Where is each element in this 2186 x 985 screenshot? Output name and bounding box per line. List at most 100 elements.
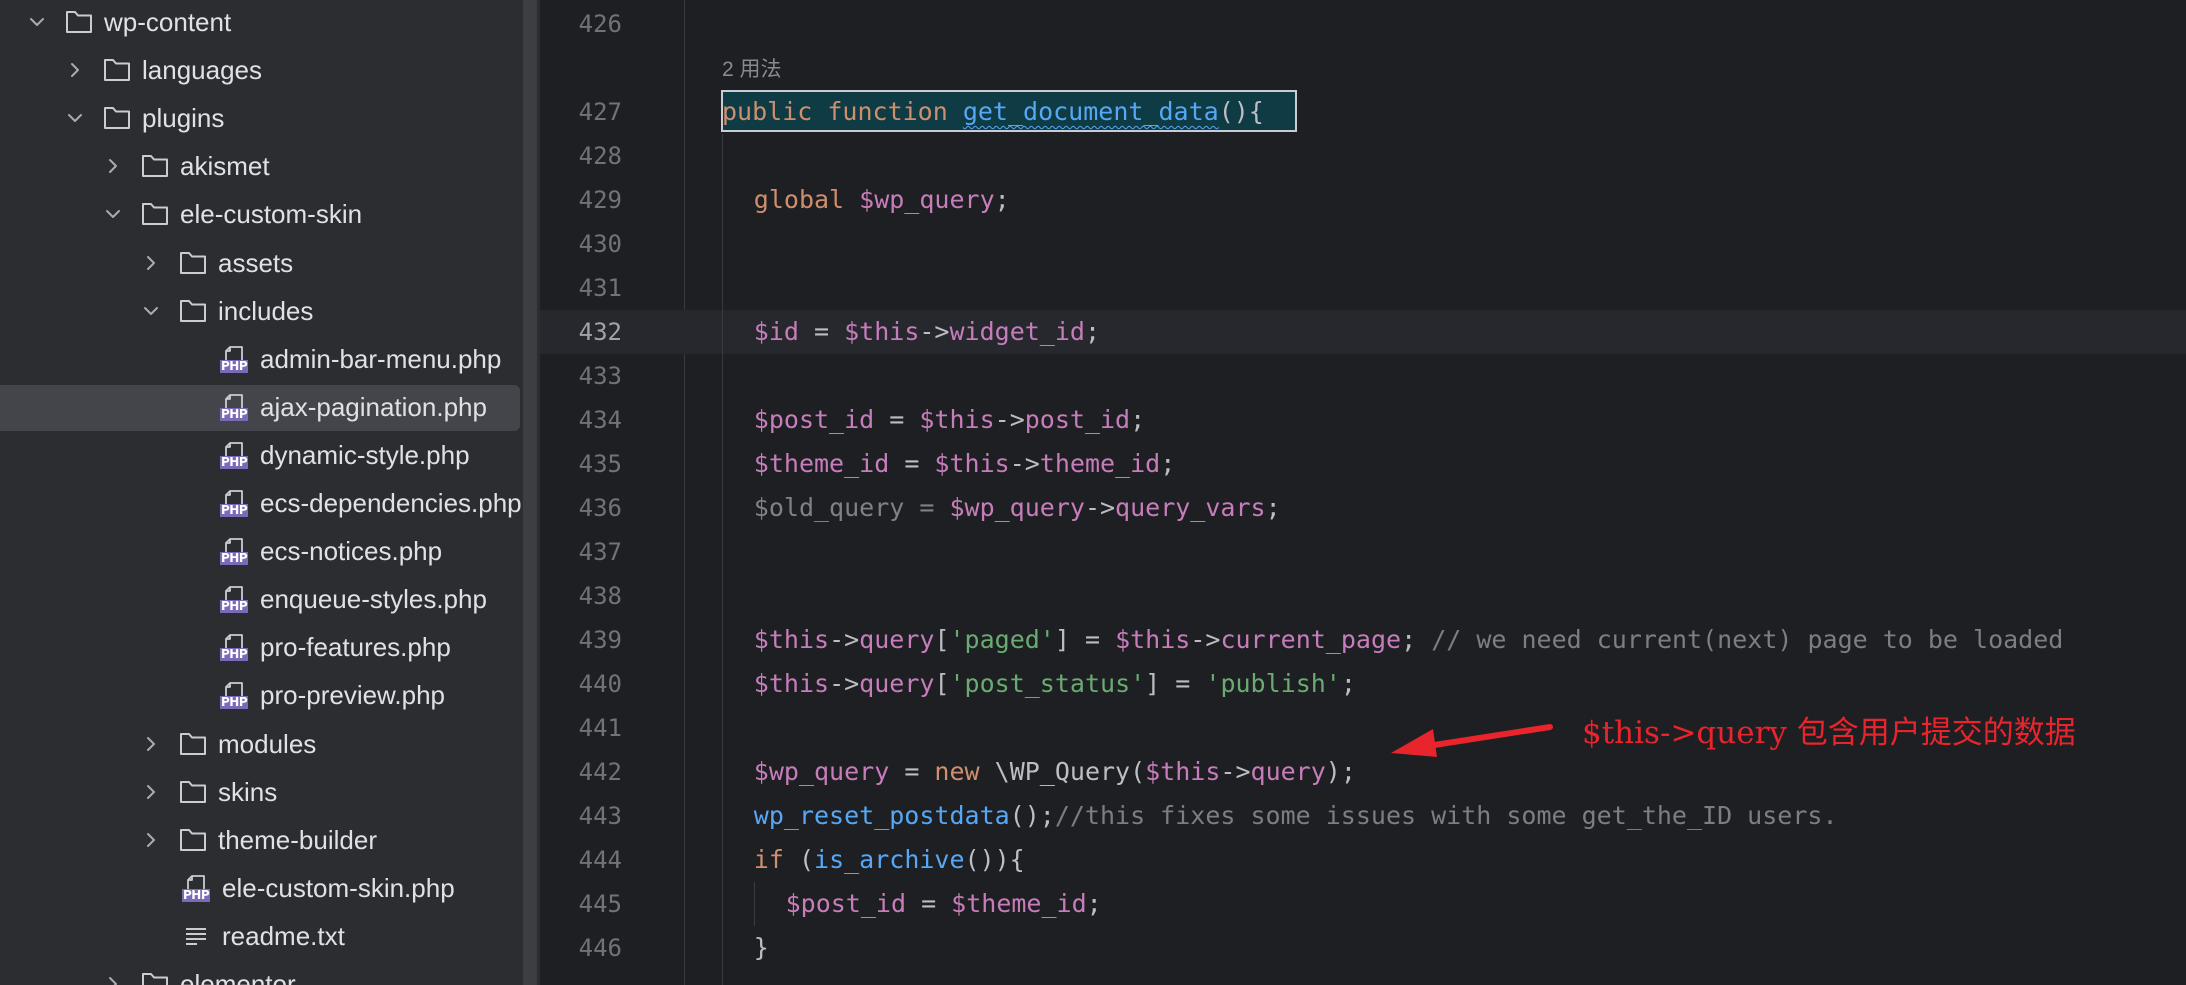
- tree-item-plugins[interactable]: plugins: [0, 96, 523, 140]
- code-line[interactable]: 442 $wp_query = new \WP_Query($this->quer…: [540, 750, 2186, 794]
- code-line[interactable]: 445 $post_id = $theme_id;: [540, 882, 2186, 926]
- line-number[interactable]: 444: [540, 838, 622, 882]
- code-line[interactable]: 444 if (is_archive()){: [540, 838, 2186, 882]
- line-number[interactable]: 441: [540, 706, 622, 750]
- code-line[interactable]: 427 public function get_document_data(){: [540, 90, 2186, 134]
- line-number[interactable]: 430: [540, 222, 622, 266]
- splitter-handle[interactable]: [523, 0, 537, 985]
- line-number[interactable]: 432: [540, 310, 622, 354]
- chevron-right-icon[interactable]: [105, 976, 121, 985]
- code-text[interactable]: $wp_query = new \WP_Query($this->query);: [754, 750, 1356, 794]
- chevron-right-icon[interactable]: [143, 736, 159, 752]
- line-number[interactable]: 438: [540, 574, 622, 618]
- chevron-right-icon[interactable]: [143, 832, 159, 848]
- line-number[interactable]: 427: [540, 90, 622, 134]
- chevron-right-icon[interactable]: [67, 62, 83, 78]
- tree-item-admin-bar-menu-php[interactable]: PHP admin-bar-menu.php: [0, 337, 523, 381]
- tree-item-languages[interactable]: languages: [0, 48, 523, 92]
- line-number[interactable]: 440: [540, 662, 622, 706]
- tree-item-ajax-pagination-php[interactable]: PHP ajax-pagination.php: [0, 384, 523, 431]
- line-number[interactable]: 435: [540, 442, 622, 486]
- project-tree[interactable]: wp-content languages plugins akismet ele-cus…: [0, 0, 523, 985]
- code-text[interactable]: wp_reset_postdata();//this fixes some is…: [754, 794, 1838, 838]
- line-number[interactable]: 437: [540, 530, 622, 574]
- chevron-right-icon[interactable]: [105, 158, 121, 174]
- code-line[interactable]: 435 $theme_id = $this->theme_id;: [540, 442, 2186, 486]
- code-line[interactable]: 426: [540, 2, 2186, 46]
- chevron-right-icon[interactable]: [143, 255, 159, 271]
- code-text[interactable]: $this->query['paged'] = $this->current_p…: [754, 618, 2064, 662]
- line-number[interactable]: 433: [540, 354, 622, 398]
- code-token: ;: [1160, 449, 1176, 478]
- code-line[interactable]: 429 global $wp_query;: [540, 178, 2186, 222]
- tree-item-theme-builder[interactable]: theme-builder: [0, 818, 523, 862]
- code-line[interactable]: 436 $old_query = $wp_query->query_vars;: [540, 486, 2186, 530]
- code-text[interactable]: $old_query = $wp_query->query_vars;: [754, 486, 1281, 530]
- code-token: ] =: [1054, 625, 1116, 654]
- code-line[interactable]: 443 wp_reset_postdata();//this fixes some…: [540, 794, 2186, 838]
- usages-hint[interactable]: 2 用法: [722, 53, 782, 83]
- code-token: query: [1250, 757, 1326, 786]
- line-number[interactable]: 431: [540, 266, 622, 310]
- tree-item-label: skins: [218, 776, 278, 807]
- tree-item-akismet[interactable]: akismet: [0, 144, 523, 188]
- code-line[interactable]: 438: [540, 574, 2186, 618]
- chevron-right-icon[interactable]: [143, 784, 159, 800]
- tree-item-ecs-notices-php[interactable]: PHP ecs-notices.php: [0, 529, 523, 573]
- line-number[interactable]: 426: [540, 2, 622, 46]
- code-text[interactable]: $theme_id = $this->theme_id;: [754, 442, 1175, 486]
- code-text[interactable]: $post_id = $this->post_id;: [754, 398, 1145, 442]
- code-line[interactable]: 437: [540, 530, 2186, 574]
- tree-item-dynamic-style-php[interactable]: PHP dynamic-style.php: [0, 433, 523, 477]
- line-number[interactable]: 445: [540, 882, 622, 926]
- code-line[interactable]: 430: [540, 222, 2186, 266]
- code-text[interactable]: public function get_document_data(){: [722, 90, 1264, 134]
- tree-item-ele-custom-skin-php[interactable]: PHP ele-custom-skin.php: [0, 866, 523, 910]
- tree-item-wp-content[interactable]: wp-content: [0, 0, 523, 44]
- line-number[interactable]: 439: [540, 618, 622, 662]
- tree-item-elementor[interactable]: elementor: [0, 962, 523, 985]
- code-text[interactable]: global $wp_query;: [754, 178, 1010, 222]
- folder-icon: [178, 778, 208, 806]
- line-number[interactable]: 442: [540, 750, 622, 794]
- line-number[interactable]: 446: [540, 926, 622, 970]
- tree-item-modules[interactable]: modules: [0, 722, 523, 766]
- chevron-down-icon[interactable]: [143, 303, 159, 319]
- code-line[interactable]: 439 $this->query['paged'] = $this->curren…: [540, 618, 2186, 662]
- code-text[interactable]: $post_id = $theme_id;: [786, 882, 1102, 926]
- code-text[interactable]: $id = $this->widget_id;: [754, 310, 1100, 354]
- tree-item-pro-features-php[interactable]: PHP pro-features.php: [0, 625, 523, 669]
- code-text[interactable]: $this->query['post_status'] = 'publish';: [754, 662, 1356, 706]
- line-number[interactable]: 434: [540, 398, 622, 442]
- tree-item-assets[interactable]: assets: [0, 241, 523, 285]
- code-line[interactable]: 432 $id = $this->widget_id;: [540, 310, 2186, 354]
- code-line[interactable]: 446}: [540, 926, 2186, 970]
- tree-item-label: elementor: [180, 969, 296, 985]
- chevron-down-icon[interactable]: [29, 14, 45, 30]
- line-number[interactable]: 443: [540, 794, 622, 838]
- code-line[interactable]: 431: [540, 266, 2186, 310]
- code-line[interactable]: 428: [540, 134, 2186, 178]
- line-number[interactable]: 429: [540, 178, 622, 222]
- panel-splitter[interactable]: [523, 0, 540, 985]
- tree-item-readme-txt[interactable]: readme.txt: [0, 914, 523, 958]
- tree-item-ecs-dependencies-php[interactable]: PHP ecs-dependencies.php: [0, 481, 523, 525]
- code-token: $this: [1145, 757, 1221, 786]
- tree-item-ele-custom-skin[interactable]: ele-custom-skin: [0, 192, 523, 236]
- code-editor[interactable]: 2 用法 426 427 public function get_document_…: [540, 0, 2186, 985]
- tree-item-includes[interactable]: includes: [0, 289, 523, 333]
- line-number[interactable]: 436: [540, 486, 622, 530]
- tree-item-enqueue-styles-php[interactable]: PHP enqueue-styles.php: [0, 577, 523, 621]
- code-text[interactable]: }: [754, 926, 769, 970]
- code-line[interactable]: 440 $this->query['post_status'] = 'publis…: [540, 662, 2186, 706]
- tree-item-label: ecs-notices.php: [260, 536, 443, 567]
- line-number[interactable]: 428: [540, 134, 622, 178]
- chevron-down-icon[interactable]: [67, 110, 83, 126]
- code-text[interactable]: if (is_archive()){: [754, 838, 1025, 882]
- tree-item-pro-preview-php[interactable]: PHP pro-preview.php: [0, 673, 523, 717]
- code-line[interactable]: 433: [540, 354, 2186, 398]
- code-line[interactable]: 434 $post_id = $this->post_id;: [540, 398, 2186, 442]
- folder-icon: [140, 152, 170, 180]
- chevron-down-icon[interactable]: [105, 206, 121, 222]
- tree-item-skins[interactable]: skins: [0, 770, 523, 814]
